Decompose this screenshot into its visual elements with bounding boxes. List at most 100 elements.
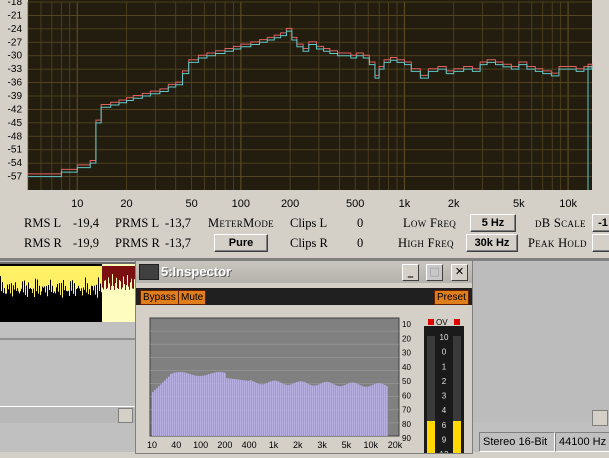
- mini-spectrum-bar: [152, 392, 154, 436]
- meter-scale-label: 10: [440, 333, 449, 342]
- mini-x-label: 20k: [388, 440, 403, 450]
- minimize-button[interactable]: _: [402, 264, 419, 281]
- horizontal-scrollbar[interactable]: [0, 406, 135, 423]
- mini-spectrum-bar: [380, 383, 382, 436]
- prms-r-label: PRMS R: [115, 236, 160, 250]
- clips-r-label: Clips R: [290, 236, 328, 250]
- mini-spectrum-bar: [352, 382, 354, 436]
- rms-r-value: -19,9: [73, 236, 100, 250]
- y-tick-label: -24: [8, 24, 23, 35]
- mini-scale-label: 10: [402, 320, 411, 329]
- db-scale-label: dB Scale: [535, 216, 586, 230]
- high-freq-button[interactable]: 30k Hz: [466, 234, 518, 252]
- mini-spectrum-bar: [270, 381, 272, 436]
- mini-spectrum-bar: [230, 378, 232, 436]
- rms-l-label: RMS L: [24, 216, 62, 230]
- mini-spectrum-bar: [228, 378, 230, 436]
- y-tick-label: -39: [8, 91, 23, 102]
- mini-spectrum-bar: [318, 384, 320, 436]
- meter-scale-label: 9: [442, 435, 447, 444]
- y-tick-label: -33: [8, 64, 23, 75]
- clips-r-value: 0: [357, 236, 364, 250]
- mini-spectrum-bar: [214, 372, 216, 436]
- mute-button[interactable]: Mute: [178, 290, 207, 305]
- mini-spectrum-bar: [190, 374, 192, 436]
- mini-x-label: 200: [217, 440, 232, 450]
- rate-text: 44100 Hz: [559, 436, 607, 448]
- mini-spectrum-bar: [324, 382, 326, 436]
- mini-x-label: 40: [171, 440, 181, 450]
- status-bar: Stereo 16-Bit 44100 Hz: [471, 432, 609, 452]
- waveform-view[interactable]: [0, 262, 135, 322]
- mini-scale-label: 30: [402, 349, 411, 358]
- mini-spectrum-bar: [258, 383, 260, 436]
- rms-r-label: RMS R: [24, 236, 62, 250]
- clips-l-label: Clips L: [290, 216, 328, 230]
- mini-spectrum-bar: [268, 382, 270, 436]
- mini-spectrum-bar: [338, 386, 340, 436]
- mini-spectrum-bar: [332, 383, 334, 436]
- mini-spectrum-bar: [336, 385, 338, 436]
- mini-spectrum-bar: [254, 381, 256, 436]
- peak-hold-button[interactable]: [592, 234, 609, 252]
- inspector-titlebar[interactable]: 5:Inspector _ □ ✕: [136, 261, 472, 283]
- mini-spectrum-bar: [186, 373, 188, 436]
- preset-button[interactable]: Preset: [434, 290, 469, 305]
- format-text: Stereo 16-Bit: [483, 436, 548, 448]
- mini-scale-label: 90: [402, 434, 411, 443]
- mini-spectrum-bar: [208, 374, 210, 436]
- mini-spectrum-bar: [384, 384, 386, 436]
- level-fill-right: [453, 421, 461, 453]
- mini-spectrum-bar: [182, 372, 184, 436]
- meter-mode-button[interactable]: Pure: [214, 234, 268, 252]
- mini-spectrum-bar: [168, 376, 170, 436]
- inspector-window: 5:Inspector _ □ ✕ Bypass Mute Preset 10 4…: [135, 260, 473, 458]
- mini-spectrum-bar: [164, 380, 166, 436]
- mini-spectrum-bar: [236, 379, 238, 436]
- waveform-top-bar: [0, 262, 135, 264]
- bypass-button[interactable]: Bypass: [140, 290, 179, 305]
- low-freq-button[interactable]: 5 Hz: [470, 214, 516, 232]
- mini-x-label: 2k: [293, 440, 303, 450]
- mini-spectrum-bar: [308, 384, 310, 436]
- mini-spectrum-bar: [358, 384, 360, 436]
- prms-l-value: -13,7: [165, 216, 192, 230]
- mini-spectrum-bar: [302, 381, 304, 436]
- mini-spectrum-bar: [192, 374, 194, 436]
- meter-panel: RMS L -19,4 PRMS L -13,7 MeterMode Clips…: [0, 212, 609, 258]
- db-scale-button[interactable]: -1: [592, 214, 609, 232]
- scroll-thumb[interactable]: [118, 408, 133, 423]
- corner-button[interactable]: [592, 410, 608, 426]
- mini-spectrum-bar: [202, 375, 204, 436]
- mini-spectrum-bar: [200, 375, 202, 436]
- mini-spectrum-bar: [204, 375, 206, 436]
- mini-spectrum-bar: [360, 385, 362, 436]
- mini-spectrum-bar: [240, 379, 242, 436]
- mini-spectrum-bar: [312, 385, 314, 436]
- clips-l-value: 0: [357, 216, 364, 230]
- mini-scale-label: 50: [402, 377, 411, 386]
- mini-spectrum-bar: [310, 384, 312, 436]
- mini-spectrum-bar: [346, 384, 348, 436]
- waveform-plot: [0, 262, 135, 322]
- y-tick-label: -36: [8, 78, 23, 89]
- mini-spectrum-bar: [206, 374, 208, 436]
- level-fill-left: [427, 421, 435, 453]
- mini-spectrum-bar: [170, 373, 172, 436]
- mini-spectrum-bar: [154, 390, 156, 436]
- track-divider: [0, 338, 135, 340]
- track-area-right: [471, 262, 609, 422]
- maximize-button[interactable]: □: [426, 264, 443, 281]
- mini-spectrum-bar: [276, 380, 278, 436]
- mini-spectrum-bar: [250, 380, 252, 436]
- mini-spectrum-bar: [226, 378, 228, 436]
- y-tick-label: -48: [8, 131, 23, 142]
- mini-spectrum-bar: [354, 382, 356, 436]
- mini-spectrum-bar: [222, 372, 224, 436]
- x-tick-label: 100: [232, 198, 250, 210]
- close-button[interactable]: ✕: [451, 264, 468, 281]
- mini-spectrum-bar: [364, 386, 366, 436]
- right-gutter: [592, 0, 609, 212]
- mini-spectrum-bar: [368, 386, 370, 436]
- mini-spectrum-bar: [386, 385, 388, 436]
